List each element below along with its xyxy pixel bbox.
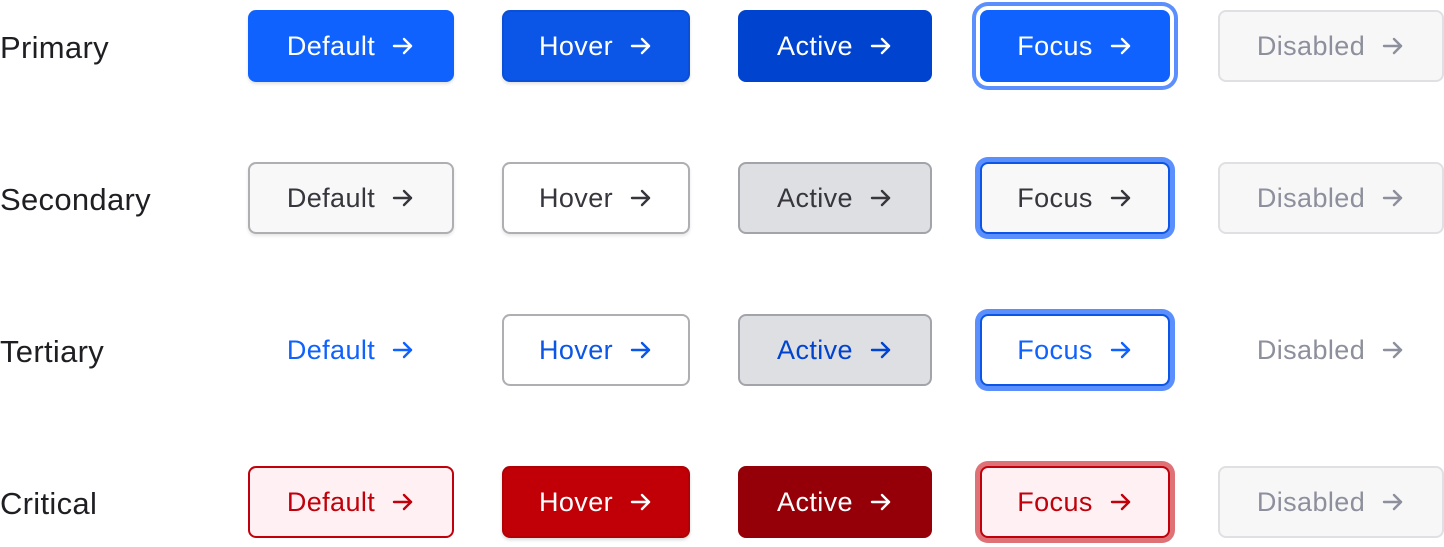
button-label: Disabled bbox=[1256, 334, 1366, 365]
tertiary-active-button[interactable]: Active bbox=[738, 314, 932, 386]
button-label: Default bbox=[286, 30, 376, 61]
arrow-right-icon bbox=[1109, 34, 1133, 58]
button-label: Disabled bbox=[1256, 486, 1366, 517]
button-label: Hover bbox=[538, 486, 614, 517]
button-label: Disabled bbox=[1256, 182, 1366, 213]
button-label: Focus bbox=[1017, 334, 1093, 365]
arrow-right-icon bbox=[1381, 490, 1405, 514]
button-label: Default bbox=[286, 486, 376, 517]
secondary-hover-button[interactable]: Hover bbox=[502, 162, 690, 234]
button-label: Active bbox=[777, 486, 853, 517]
button-label: Active bbox=[777, 182, 853, 213]
button-label: Default bbox=[286, 182, 376, 213]
arrow-right-icon bbox=[629, 186, 653, 210]
arrow-right-icon bbox=[1109, 490, 1133, 514]
button-label: Active bbox=[777, 30, 853, 61]
tertiary-focus-button[interactable]: Focus bbox=[980, 314, 1170, 386]
arrow-right-icon bbox=[391, 34, 415, 58]
arrow-right-icon bbox=[1109, 338, 1133, 362]
primary-disabled-button[interactable]: Disabled bbox=[1218, 10, 1444, 82]
secondary-active-button[interactable]: Active bbox=[738, 162, 932, 234]
row-label-critical: Critical bbox=[0, 486, 98, 521]
row-label-secondary: Secondary bbox=[0, 182, 151, 217]
arrow-right-icon bbox=[869, 186, 893, 210]
button-label: Active bbox=[777, 334, 853, 365]
arrow-right-icon bbox=[391, 338, 415, 362]
arrow-right-icon bbox=[391, 490, 415, 514]
arrow-right-icon bbox=[629, 34, 653, 58]
button-label: Disabled bbox=[1256, 30, 1366, 61]
arrow-right-icon bbox=[869, 338, 893, 362]
button-label: Default bbox=[286, 334, 376, 365]
tertiary-hover-button[interactable]: Hover bbox=[502, 314, 690, 386]
primary-focus-button[interactable]: Focus bbox=[980, 10, 1170, 82]
arrow-right-icon bbox=[391, 186, 415, 210]
tertiary-default-button[interactable]: Default bbox=[248, 314, 454, 386]
arrow-right-icon bbox=[1381, 186, 1405, 210]
primary-default-button[interactable]: Default bbox=[248, 10, 454, 82]
button-label: Hover bbox=[538, 182, 614, 213]
row-label-primary: Primary bbox=[0, 30, 109, 65]
arrow-right-icon bbox=[869, 34, 893, 58]
secondary-default-button[interactable]: Default bbox=[248, 162, 454, 234]
arrow-right-icon bbox=[1109, 186, 1133, 210]
button-label: Hover bbox=[538, 334, 614, 365]
secondary-disabled-button[interactable]: Disabled bbox=[1218, 162, 1444, 234]
button-label: Hover bbox=[538, 30, 614, 61]
primary-hover-button[interactable]: Hover bbox=[502, 10, 690, 82]
row-label-tertiary: Tertiary bbox=[0, 334, 105, 369]
critical-hover-button[interactable]: Hover bbox=[502, 466, 690, 538]
arrow-right-icon bbox=[629, 490, 653, 514]
tertiary-disabled-button[interactable]: Disabled bbox=[1218, 314, 1444, 386]
arrow-right-icon bbox=[629, 338, 653, 362]
arrow-right-icon bbox=[1381, 34, 1405, 58]
critical-disabled-button[interactable]: Disabled bbox=[1218, 466, 1444, 538]
button-label: Focus bbox=[1017, 182, 1093, 213]
button-label: Focus bbox=[1017, 30, 1093, 61]
arrow-right-icon bbox=[1381, 338, 1405, 362]
button-label: Focus bbox=[1017, 486, 1093, 517]
critical-active-button[interactable]: Active bbox=[738, 466, 932, 538]
critical-default-button[interactable]: Default bbox=[248, 466, 454, 538]
primary-active-button[interactable]: Active bbox=[738, 10, 932, 82]
secondary-focus-button[interactable]: Focus bbox=[980, 162, 1170, 234]
arrow-right-icon bbox=[869, 490, 893, 514]
critical-focus-button[interactable]: Focus bbox=[980, 466, 1170, 538]
